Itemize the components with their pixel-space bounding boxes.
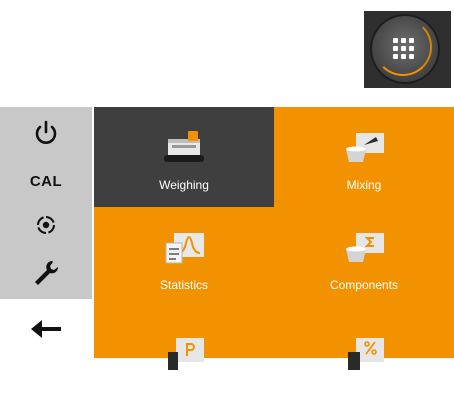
tile-weighing[interactable]: Weighing [94, 107, 274, 207]
back-button[interactable] [0, 299, 92, 358]
tile-density[interactable] [94, 307, 274, 407]
percent-icon [348, 338, 384, 370]
density-icon [168, 338, 204, 370]
tile-percent[interactable] [274, 307, 454, 407]
sigma-icon [346, 233, 384, 262]
arrow-left-icon [31, 319, 61, 338]
home-button[interactable] [370, 14, 440, 84]
power-icon [35, 120, 57, 144]
target-button[interactable] [0, 203, 92, 247]
sidebar: CAL [0, 107, 94, 358]
wrench-icon [35, 261, 59, 285]
scale-icon [164, 131, 204, 162]
tile-statistics[interactable]: Statistics [94, 207, 274, 307]
tile-label: Mixing [346, 178, 382, 192]
tile-label: Components [329, 278, 399, 292]
power-button[interactable] [0, 107, 92, 159]
tile-mixing[interactable]: Mixing [274, 107, 454, 207]
tile-components[interactable]: Components [274, 207, 454, 307]
tile-label: Weighing [159, 178, 209, 192]
cal-button[interactable]: CAL [0, 159, 92, 203]
app-tile-grid: Weighing Mixing Statistics Components [94, 107, 454, 370]
settings-button[interactable] [0, 247, 92, 299]
grid-icon [393, 38, 415, 60]
home-button-panel [364, 11, 451, 88]
beaker-drop-icon [346, 133, 384, 162]
statistics-icon [165, 233, 204, 264]
target-icon [37, 216, 55, 234]
tile-label: Statistics [159, 278, 208, 292]
cal-label: CAL [29, 172, 63, 190]
